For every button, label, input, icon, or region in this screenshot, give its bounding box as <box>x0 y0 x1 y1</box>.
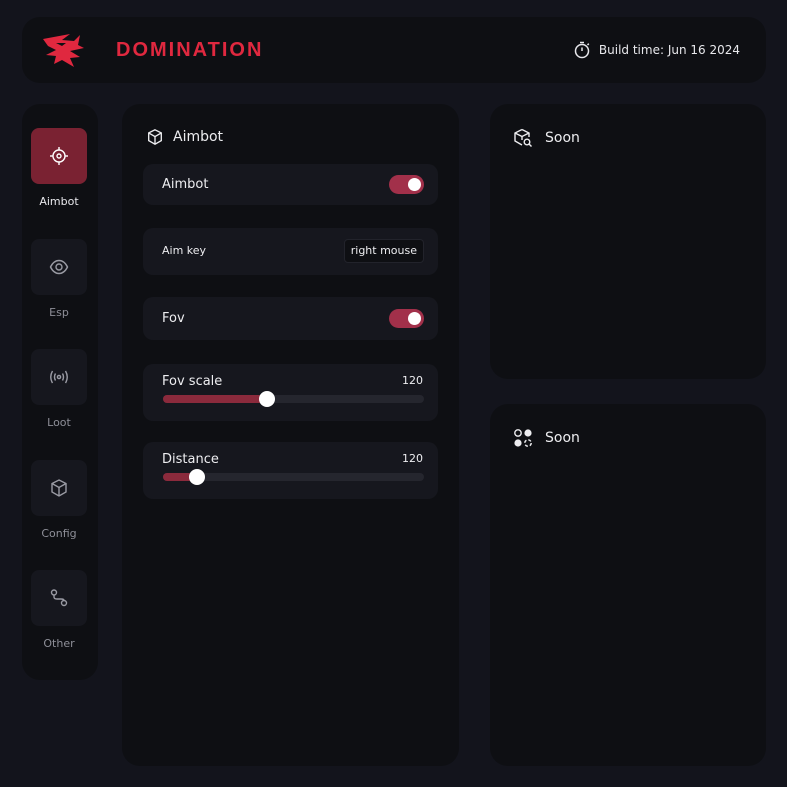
crosshair-icon <box>50 147 68 165</box>
toggle-knob <box>408 178 421 191</box>
slider-thumb[interactable] <box>259 391 276 407</box>
sidebar-item-other[interactable]: Other <box>31 570 87 650</box>
header-bar: DOMINATION Build time: Jun 16 2024 <box>22 17 766 83</box>
shark-icon <box>43 34 84 67</box>
sidebar-item-config[interactable]: Config <box>31 460 87 540</box>
sidebar-item-esp[interactable]: Esp <box>31 239 87 319</box>
panel-title-text: Soon <box>545 130 580 146</box>
brand-name: DOMINATION <box>116 39 264 61</box>
distance-value: 120 <box>402 452 423 465</box>
sidebar-item-label: Aimbot <box>39 195 79 208</box>
fov-scale-value: 120 <box>402 374 423 387</box>
radio-signal-icon <box>50 370 68 384</box>
slider-thumb[interactable] <box>188 469 205 485</box>
build-time-text: Build time: Jun 16 2024 <box>598 43 740 57</box>
panel-title: Aimbot <box>146 128 223 146</box>
panel-title: Soon <box>513 428 580 448</box>
cube-icon <box>148 129 162 145</box>
toggle-knob <box>408 312 421 325</box>
sidebar-item-aimbot[interactable]: Aimbot <box>31 128 87 208</box>
soon-panel-top: Soon <box>490 104 766 379</box>
eye-icon <box>49 259 69 275</box>
aim-key-label: Aim key <box>162 244 207 257</box>
shapes-icon <box>514 429 532 447</box>
sidebar-item-loot[interactable]: Loot <box>31 349 87 429</box>
stopwatch-icon <box>574 41 590 59</box>
sidebar-item-label: Other <box>43 637 75 650</box>
panel-title-text: Aimbot <box>173 129 224 145</box>
fov-toggle[interactable] <box>389 309 424 328</box>
aim-key-selector[interactable]: right mouse <box>343 239 424 263</box>
fov-setting-row: Fov <box>143 297 438 340</box>
fov-scale-label: Fov scale <box>162 374 223 389</box>
fov-scale-slider[interactable] <box>163 391 424 407</box>
sidebar-button-config[interactable] <box>31 460 87 516</box>
panel-title-text: Soon <box>545 430 580 446</box>
sidebar-button-esp[interactable] <box>31 239 87 295</box>
fov-label: Fov <box>162 311 185 326</box>
cube-icon <box>51 479 67 497</box>
distance-row: Distance 120 <box>143 442 438 499</box>
panel-title: Soon <box>513 128 580 148</box>
aimbot-panel: Aimbot Aimbot Aim key right mouse Fov Fo… <box>122 104 459 766</box>
fov-scale-row: Fov scale 120 <box>143 364 438 421</box>
aimbot-toggle[interactable] <box>389 175 424 194</box>
distance-slider[interactable] <box>163 469 424 485</box>
sidebar: Aimbot Esp Loot Config Other <box>22 104 98 680</box>
sidebar-item-label: Esp <box>49 306 69 319</box>
soon-panel-bottom: Soon <box>490 404 766 766</box>
aimbot-label: Aimbot <box>162 177 209 192</box>
route-icon <box>50 589 68 607</box>
sidebar-item-label: Config <box>41 527 77 540</box>
sidebar-button-other[interactable] <box>31 570 87 626</box>
sidebar-button-loot[interactable] <box>31 349 87 405</box>
aimbot-setting-row: Aimbot <box>143 164 438 205</box>
slider-fill <box>163 395 268 403</box>
build-time: Build time: Jun 16 2024 <box>573 41 740 59</box>
distance-label: Distance <box>162 452 219 467</box>
sidebar-button-aimbot[interactable] <box>31 128 87 184</box>
sidebar-item-label: Loot <box>47 416 71 429</box>
aim-key-row: Aim key right mouse <box>143 228 438 275</box>
cube-search-icon <box>514 128 532 147</box>
